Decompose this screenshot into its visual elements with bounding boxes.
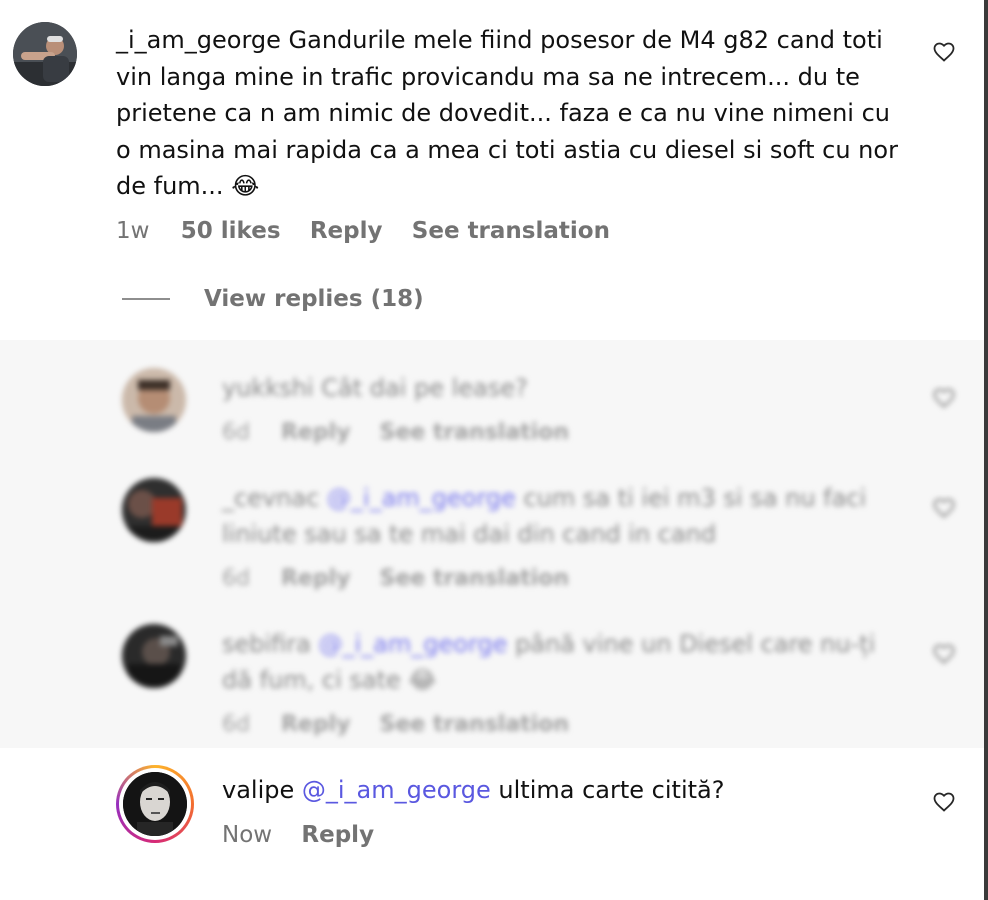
see-translation-button[interactable]: See translation	[379, 566, 569, 591]
reply-mention[interactable]: @_i_am_george	[319, 630, 508, 658]
like-heart-icon[interactable]	[932, 386, 956, 410]
reply-avatar[interactable]	[122, 478, 186, 542]
reply-text: yukkshi Cât dai pe lease?	[222, 370, 892, 406]
avatar	[123, 772, 187, 836]
see-translation-button[interactable]: See translation	[379, 712, 569, 737]
like-heart-icon[interactable]	[932, 40, 956, 64]
story-ring-avatar[interactable]	[116, 765, 194, 843]
reply-body: ultima carte citită?	[498, 776, 725, 804]
reply-meta: 6d Reply See translation	[222, 712, 591, 737]
reply-mention[interactable]: @_i_am_george	[302, 776, 491, 804]
reply-meta: 6d Reply See translation	[222, 420, 591, 445]
reply-username[interactable]: yukkshi	[222, 374, 314, 402]
reply-time: Now	[222, 822, 273, 848]
like-heart-icon[interactable]	[932, 496, 956, 520]
reply-mention[interactable]: @_i_am_george	[327, 484, 516, 512]
reply-avatar[interactable]	[122, 624, 186, 688]
reply-button[interactable]: Reply	[281, 712, 351, 737]
reply-text: _cevnac @_i_am_george cum sa ti iei m3 s…	[222, 480, 892, 552]
reply-button[interactable]: Reply	[281, 566, 351, 591]
avatar[interactable]	[13, 22, 77, 86]
view-replies-label: View replies (18)	[204, 286, 424, 312]
like-heart-icon[interactable]	[932, 642, 956, 666]
replies-list: yukkshi Cât dai pe lease? 6d Reply See t…	[0, 340, 984, 748]
comment-text: _i_am_george Gandurile mele fiind poseso…	[116, 22, 906, 205]
comment-time: 1w	[116, 218, 150, 244]
reply-text: valipe @_i_am_george ultima carte citită…	[222, 772, 724, 808]
laughing-emoji: 😂	[408, 666, 437, 694]
scrollbar[interactable]	[984, 0, 988, 900]
see-translation-button[interactable]: See translation	[412, 218, 610, 244]
reply-username[interactable]: _cevnac	[222, 484, 319, 512]
avatar-photo	[13, 22, 77, 86]
comment-meta: 1w 50 likes Reply See translation	[116, 218, 632, 244]
reply-text: sebifira @_i_am_george până vine un Dies…	[222, 626, 892, 698]
reply-button[interactable]: Reply	[281, 420, 351, 445]
view-replies-button[interactable]: View replies (18)	[122, 286, 424, 312]
reply-meta: 6d Reply See translation	[222, 566, 591, 591]
reply-body: Cât dai pe lease?	[321, 374, 528, 402]
reply-username[interactable]: valipe	[222, 776, 294, 804]
reply-avatar[interactable]	[122, 368, 186, 432]
reply-time: 6d	[222, 712, 250, 737]
reply-meta: Now Reply	[222, 822, 374, 848]
reply-button[interactable]: Reply	[301, 822, 374, 848]
divider	[122, 298, 170, 300]
see-translation-button[interactable]: See translation	[379, 420, 569, 445]
laughing-emoji: 😂	[231, 172, 260, 200]
likes-count[interactable]: 50 likes	[181, 218, 281, 244]
comment-username[interactable]: _i_am_george	[116, 26, 281, 54]
reply-body: cum sa ti iei m3 si sa nu faci liniute s…	[222, 484, 867, 548]
like-heart-icon[interactable]	[932, 790, 956, 814]
reply-time: 6d	[222, 566, 250, 591]
reply-time: 6d	[222, 420, 250, 445]
reply-username[interactable]: sebifira	[222, 630, 311, 658]
reply-button[interactable]: Reply	[310, 218, 383, 244]
